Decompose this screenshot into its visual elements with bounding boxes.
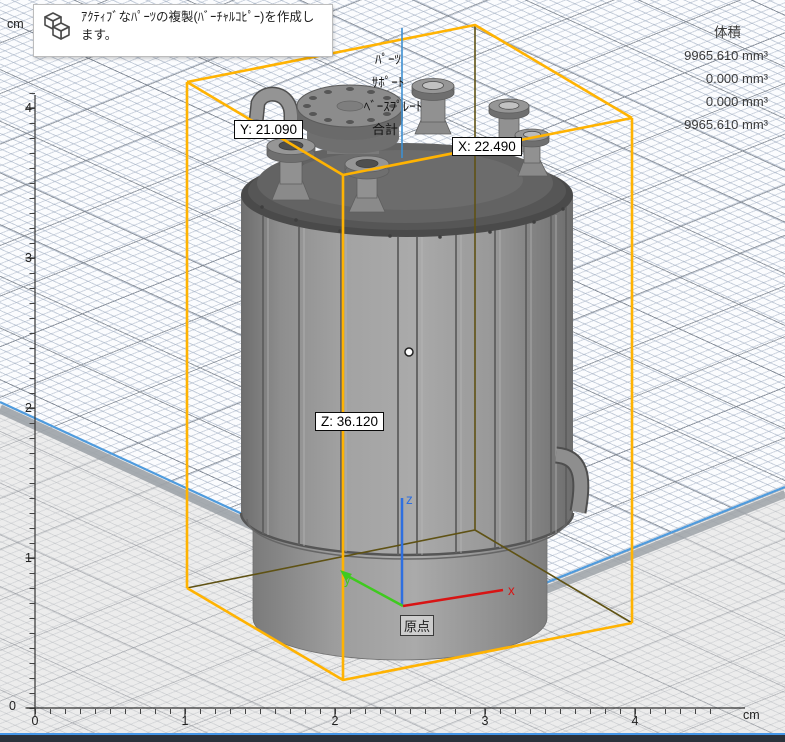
dimension-z-label: Z: 36.120 xyxy=(315,412,384,431)
viewport-3d[interactable]: 体積 9965.610 mm³ 0.000 mm³ 0.000 mm³ 9965… xyxy=(0,0,785,742)
copy-parts-cubes-icon xyxy=(39,9,75,50)
tooltip-text: ｱｸﾃｨﾌﾞなﾊﾟｰﾂの複製(ﾊﾞｰﾁｬﾙｺﾋﾟｰ)を作成します。 xyxy=(81,9,326,44)
ruler-bottom-1: 1 xyxy=(175,714,195,728)
volume-label-baseplate: ﾍﾞｰｽﾌﾟﾚｰﾄ xyxy=(328,96,458,115)
ruler-left-2: 2 xyxy=(18,401,32,415)
pivot-marker xyxy=(405,348,413,356)
tank-model[interactable] xyxy=(241,79,581,661)
ruler-bottom-2: 2 xyxy=(325,714,345,728)
volume-panel-title: 体積 xyxy=(714,21,741,41)
volume-value-support: 0.000 mm³ xyxy=(706,71,768,86)
ruler-bottom-0: 0 xyxy=(25,714,45,728)
ruler-bottom-3: 3 xyxy=(475,714,495,728)
ruler-bottom-unit: cm xyxy=(743,708,760,722)
ruler-left-4: 4 xyxy=(18,101,32,115)
volume-label-parts: ﾊﾟｰﾂ xyxy=(323,49,453,68)
ruler-left-unit: cm xyxy=(7,17,24,31)
volume-value-baseplate: 0.000 mm³ xyxy=(706,94,768,109)
dimension-x-label: X: 22.490 xyxy=(452,137,522,156)
dimension-y-label: Y: 21.090 xyxy=(234,120,303,139)
ruler-bottom-4: 4 xyxy=(625,714,645,728)
ruler-left-1: 1 xyxy=(18,551,32,565)
axis-y-letter: y xyxy=(344,572,351,587)
ruler-left-3: 3 xyxy=(18,251,32,265)
volume-value-parts: 9965.610 mm³ xyxy=(684,48,768,63)
axis-x-letter: x xyxy=(508,583,515,598)
volume-label-total: 合計 xyxy=(320,119,450,138)
bottom-panel-strip xyxy=(0,735,785,742)
origin-label: 原点 xyxy=(400,615,434,636)
volume-value-total: 9965.610 mm³ xyxy=(684,117,768,132)
ruler-left-0: 0 xyxy=(2,699,16,713)
axis-z-letter: z xyxy=(406,492,413,507)
tooltip-copy-parts: ｱｸﾃｨﾌﾞなﾊﾟｰﾂの複製(ﾊﾞｰﾁｬﾙｺﾋﾟｰ)を作成します。 xyxy=(33,4,333,57)
volume-label-support: ｻﾎﾟｰﾄ xyxy=(323,72,453,91)
